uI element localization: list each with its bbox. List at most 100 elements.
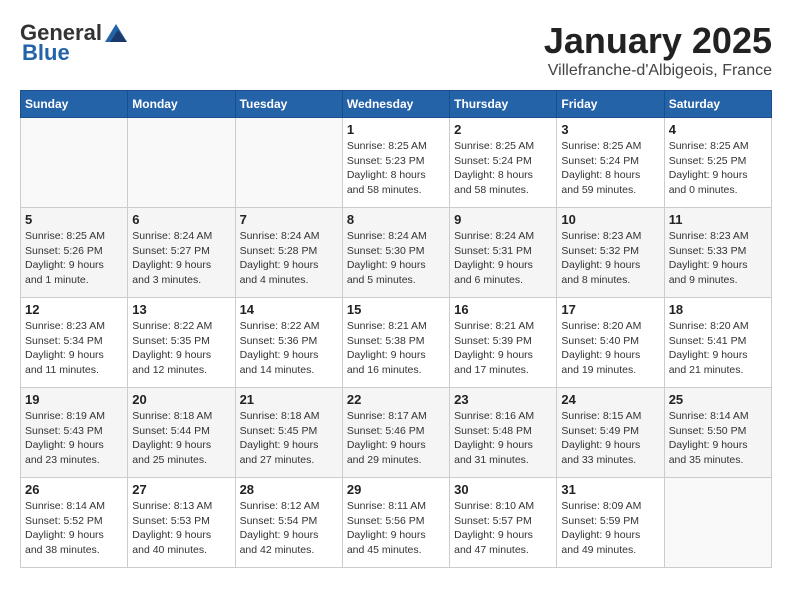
- day-info: Sunrise: 8:17 AM Sunset: 5:46 PM Dayligh…: [347, 409, 445, 468]
- calendar-cell: [21, 118, 128, 208]
- calendar-cell: 14 Sunrise: 8:22 AM Sunset: 5:36 PM Dayli…: [235, 298, 342, 388]
- calendar-cell: 27Sunrise: 8:13 AM Sunset: 5:53 PM Dayli…: [128, 478, 235, 568]
- calendar-cell: 24Sunrise: 8:15 AM Sunset: 5:49 PM Dayli…: [557, 388, 664, 478]
- day-info: Sunrise: 8:23 AM Sunset: 5:34 PM Dayligh…: [25, 319, 123, 378]
- day-info: Sunrise: 8:23 AM Sunset: 5:33 PM Dayligh…: [669, 229, 767, 288]
- calendar-cell: 4 Sunrise: 8:25 AM Sunset: 5:25 PM Daylig…: [664, 118, 771, 208]
- calendar-cell: 1 Sunrise: 8:25 AM Sunset: 5:23 PM Daylig…: [342, 118, 449, 208]
- day-info: Sunrise: 8:14 AM Sunset: 5:50 PM Dayligh…: [669, 409, 767, 468]
- calendar-cell: 16 Sunrise: 8:21 AM Sunset: 5:39 PM Dayli…: [450, 298, 557, 388]
- day-number: 4: [669, 122, 767, 137]
- day-number: 31: [561, 482, 659, 497]
- calendar-cell: [235, 118, 342, 208]
- calendar-week-row: 26Sunrise: 8:14 AM Sunset: 5:52 PM Dayli…: [21, 478, 772, 568]
- day-number: 22: [347, 392, 445, 407]
- day-number: 10: [561, 212, 659, 227]
- calendar-cell: 18 Sunrise: 8:20 AM Sunset: 5:41 PM Dayli…: [664, 298, 771, 388]
- title-block: January 2025 Villefranche-d'Albigeois, F…: [544, 20, 772, 80]
- day-number: 21: [240, 392, 338, 407]
- day-number: 6: [132, 212, 230, 227]
- calendar-cell: 25Sunrise: 8:14 AM Sunset: 5:50 PM Dayli…: [664, 388, 771, 478]
- day-number: 11: [669, 212, 767, 227]
- calendar-cell: 2 Sunrise: 8:25 AM Sunset: 5:24 PM Daylig…: [450, 118, 557, 208]
- weekday-header-monday: Monday: [128, 91, 235, 118]
- weekday-header-wednesday: Wednesday: [342, 91, 449, 118]
- calendar: SundayMondayTuesdayWednesdayThursdayFrid…: [20, 90, 772, 568]
- weekday-header-tuesday: Tuesday: [235, 91, 342, 118]
- day-info: Sunrise: 8:21 AM Sunset: 5:39 PM Dayligh…: [454, 319, 552, 378]
- day-info: Sunrise: 8:25 AM Sunset: 5:24 PM Dayligh…: [561, 139, 659, 198]
- weekday-header-thursday: Thursday: [450, 91, 557, 118]
- day-info: Sunrise: 8:24 AM Sunset: 5:28 PM Dayligh…: [240, 229, 338, 288]
- day-number: 14: [240, 302, 338, 317]
- day-info: Sunrise: 8:11 AM Sunset: 5:56 PM Dayligh…: [347, 499, 445, 558]
- calendar-week-row: 5 Sunrise: 8:25 AM Sunset: 5:26 PM Daylig…: [21, 208, 772, 298]
- calendar-cell: 23 Sunrise: 8:16 AM Sunset: 5:48 PM Dayli…: [450, 388, 557, 478]
- day-number: 26: [25, 482, 123, 497]
- day-number: 20: [132, 392, 230, 407]
- calendar-cell: 6 Sunrise: 8:24 AM Sunset: 5:27 PM Daylig…: [128, 208, 235, 298]
- day-info: Sunrise: 8:12 AM Sunset: 5:54 PM Dayligh…: [240, 499, 338, 558]
- day-number: 24: [561, 392, 659, 407]
- day-number: 1: [347, 122, 445, 137]
- day-number: 27: [132, 482, 230, 497]
- day-number: 18: [669, 302, 767, 317]
- calendar-cell: 31 Sunrise: 8:09 AM Sunset: 5:59 PM Dayli…: [557, 478, 664, 568]
- day-info: Sunrise: 8:20 AM Sunset: 5:41 PM Dayligh…: [669, 319, 767, 378]
- day-info: Sunrise: 8:25 AM Sunset: 5:26 PM Dayligh…: [25, 229, 123, 288]
- weekday-header-sunday: Sunday: [21, 91, 128, 118]
- day-info: Sunrise: 8:21 AM Sunset: 5:38 PM Dayligh…: [347, 319, 445, 378]
- day-number: 9: [454, 212, 552, 227]
- day-info: Sunrise: 8:25 AM Sunset: 5:23 PM Dayligh…: [347, 139, 445, 198]
- calendar-cell: 21 Sunrise: 8:18 AM Sunset: 5:45 PM Dayli…: [235, 388, 342, 478]
- logo-icon: [105, 24, 127, 42]
- calendar-cell: 20Sunrise: 8:18 AM Sunset: 5:44 PM Dayli…: [128, 388, 235, 478]
- calendar-cell: [128, 118, 235, 208]
- day-info: Sunrise: 8:09 AM Sunset: 5:59 PM Dayligh…: [561, 499, 659, 558]
- day-number: 28: [240, 482, 338, 497]
- day-info: Sunrise: 8:24 AM Sunset: 5:27 PM Dayligh…: [132, 229, 230, 288]
- day-number: 5: [25, 212, 123, 227]
- calendar-cell: 19Sunrise: 8:19 AM Sunset: 5:43 PM Dayli…: [21, 388, 128, 478]
- calendar-cell: 12 Sunrise: 8:23 AM Sunset: 5:34 PM Dayli…: [21, 298, 128, 388]
- day-info: Sunrise: 8:18 AM Sunset: 5:45 PM Dayligh…: [240, 409, 338, 468]
- day-number: 3: [561, 122, 659, 137]
- calendar-cell: 7 Sunrise: 8:24 AM Sunset: 5:28 PM Daylig…: [235, 208, 342, 298]
- page-header: General Blue January 2025 Villefranche-d…: [20, 20, 772, 80]
- day-info: Sunrise: 8:25 AM Sunset: 5:24 PM Dayligh…: [454, 139, 552, 198]
- day-number: 17: [561, 302, 659, 317]
- calendar-cell: 26Sunrise: 8:14 AM Sunset: 5:52 PM Dayli…: [21, 478, 128, 568]
- day-info: Sunrise: 8:25 AM Sunset: 5:25 PM Dayligh…: [669, 139, 767, 198]
- day-number: 8: [347, 212, 445, 227]
- calendar-cell: 9 Sunrise: 8:24 AM Sunset: 5:31 PM Daylig…: [450, 208, 557, 298]
- location: Villefranche-d'Albigeois, France: [544, 62, 772, 80]
- calendar-cell: [664, 478, 771, 568]
- calendar-cell: 15Sunrise: 8:21 AM Sunset: 5:38 PM Dayli…: [342, 298, 449, 388]
- day-number: 7: [240, 212, 338, 227]
- calendar-cell: 11 Sunrise: 8:23 AM Sunset: 5:33 PM Dayli…: [664, 208, 771, 298]
- day-number: 30: [454, 482, 552, 497]
- calendar-cell: 13Sunrise: 8:22 AM Sunset: 5:35 PM Dayli…: [128, 298, 235, 388]
- calendar-cell: 3 Sunrise: 8:25 AM Sunset: 5:24 PM Daylig…: [557, 118, 664, 208]
- day-info: Sunrise: 8:24 AM Sunset: 5:30 PM Dayligh…: [347, 229, 445, 288]
- calendar-cell: 30 Sunrise: 8:10 AM Sunset: 5:57 PM Dayli…: [450, 478, 557, 568]
- day-info: Sunrise: 8:16 AM Sunset: 5:48 PM Dayligh…: [454, 409, 552, 468]
- calendar-cell: 5 Sunrise: 8:25 AM Sunset: 5:26 PM Daylig…: [21, 208, 128, 298]
- weekday-header-friday: Friday: [557, 91, 664, 118]
- day-info: Sunrise: 8:22 AM Sunset: 5:36 PM Dayligh…: [240, 319, 338, 378]
- day-info: Sunrise: 8:10 AM Sunset: 5:57 PM Dayligh…: [454, 499, 552, 558]
- calendar-cell: 10 Sunrise: 8:23 AM Sunset: 5:32 PM Dayli…: [557, 208, 664, 298]
- calendar-cell: 17Sunrise: 8:20 AM Sunset: 5:40 PM Dayli…: [557, 298, 664, 388]
- day-number: 12: [25, 302, 123, 317]
- month-title: January 2025: [544, 20, 772, 62]
- day-number: 16: [454, 302, 552, 317]
- day-number: 2: [454, 122, 552, 137]
- day-info: Sunrise: 8:23 AM Sunset: 5:32 PM Dayligh…: [561, 229, 659, 288]
- day-number: 13: [132, 302, 230, 317]
- day-info: Sunrise: 8:24 AM Sunset: 5:31 PM Dayligh…: [454, 229, 552, 288]
- calendar-week-row: 19Sunrise: 8:19 AM Sunset: 5:43 PM Dayli…: [21, 388, 772, 478]
- day-number: 19: [25, 392, 123, 407]
- calendar-cell: 29Sunrise: 8:11 AM Sunset: 5:56 PM Dayli…: [342, 478, 449, 568]
- day-number: 23: [454, 392, 552, 407]
- calendar-week-row: 1 Sunrise: 8:25 AM Sunset: 5:23 PM Daylig…: [21, 118, 772, 208]
